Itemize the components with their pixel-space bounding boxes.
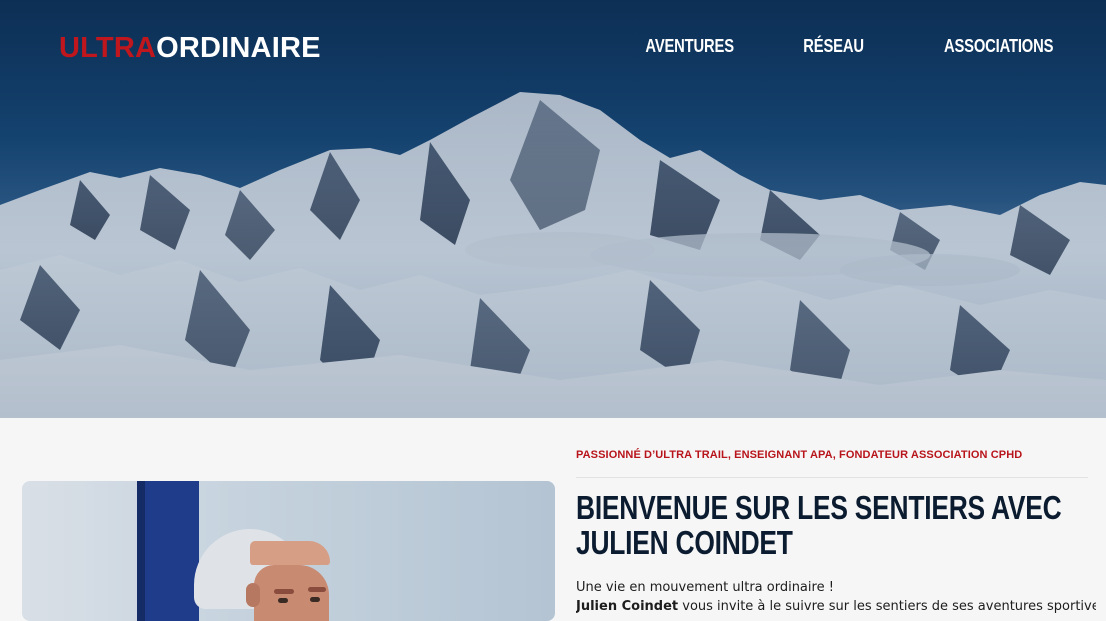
page-title: BIENVENUE SUR LES SENTIERS AVEC JULIEN C… bbox=[576, 489, 1062, 561]
logo-ordinaire: ORDINAIRE bbox=[156, 32, 321, 64]
intro-text: vous invite à le suivre sur les sentiers… bbox=[678, 599, 1096, 614]
intro-tagline: Une vie en mouvement ultra ordinaire ! bbox=[576, 580, 834, 595]
photo-brow-left bbox=[274, 589, 294, 594]
photo-brow-right bbox=[308, 587, 326, 592]
nav-reseau[interactable]: RÉSEAU bbox=[803, 36, 864, 57]
photo-forehead bbox=[250, 541, 330, 565]
logo-ultra: ULTRA bbox=[59, 32, 157, 64]
photo-eye-left bbox=[278, 598, 288, 603]
julien-portrait-photo bbox=[22, 481, 555, 621]
nav-aventures[interactable]: AVENTURES bbox=[645, 36, 734, 57]
nav-associations[interactable]: ASSOCIATIONS bbox=[944, 36, 1053, 57]
photo-eye-right bbox=[310, 597, 320, 602]
intro-kicker: PASSIONNÉ D’ULTRA TRAIL, ENSEIGNANT APA,… bbox=[576, 449, 1023, 461]
intro-divider bbox=[576, 477, 1088, 478]
intro-paragraph: Julien Coindet vous invite à le suivre s… bbox=[576, 599, 1096, 614]
photo-ear bbox=[246, 583, 260, 607]
photo-flag-pole bbox=[137, 481, 199, 621]
hero-banner: ULTRAORDINAIRE AVENTURES RÉSEAU ASSOCIAT… bbox=[0, 0, 1106, 418]
intro-name: Julien Coindet bbox=[576, 599, 679, 614]
main-nav: AVENTURES RÉSEAU ASSOCIATIONS bbox=[626, 36, 1053, 57]
site-logo[interactable]: ULTRAORDINAIRE bbox=[59, 32, 321, 65]
photo-flag-pole-shadow bbox=[137, 481, 145, 621]
